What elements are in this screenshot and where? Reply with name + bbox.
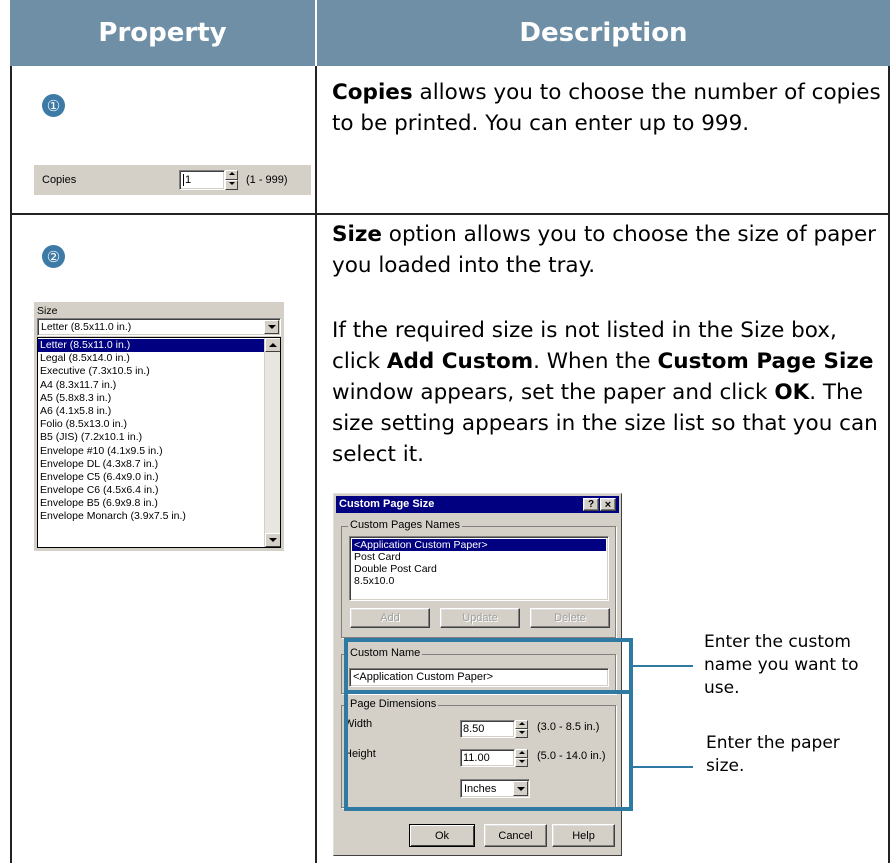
names-group-label: Custom Pages Names bbox=[348, 519, 463, 531]
size-dropdown[interactable]: Letter (8.5x11.0 in.) bbox=[37, 318, 281, 336]
size-option[interactable]: Legal (8.5x14.0 in.) bbox=[38, 352, 264, 365]
custom-page-name-item[interactable]: Double Post Card bbox=[352, 563, 606, 575]
spin-down-icon[interactable] bbox=[225, 180, 238, 190]
add-button-label: Add bbox=[380, 612, 400, 624]
names-list-items: <Application Custom Paper> Post Card Doubl… bbox=[352, 539, 606, 587]
desc2-bold-ok: OK bbox=[774, 380, 810, 405]
copies-spinner[interactable] bbox=[225, 170, 238, 190]
copies-input[interactable]: 1 bbox=[179, 170, 225, 190]
size-label: Size bbox=[37, 305, 58, 317]
ok-button-label: Ok bbox=[434, 829, 450, 842]
desc2-text-c: . When the bbox=[533, 349, 658, 374]
size-list-scrollbar[interactable] bbox=[264, 338, 280, 547]
custom-page-name-item[interactable]: Post Card bbox=[352, 551, 606, 563]
size-option[interactable]: Envelope B5 (6.9x9.8 in.) bbox=[38, 497, 264, 510]
delete-button-label: Delete bbox=[554, 612, 586, 624]
header-property: Property bbox=[10, 0, 315, 66]
number-badge-2: ② bbox=[42, 245, 65, 268]
names-list[interactable]: <Application Custom Paper> Post Card Doubl… bbox=[349, 536, 609, 601]
size-desc-text: option allows you to choose the size of … bbox=[332, 222, 877, 278]
add-button[interactable]: Add bbox=[350, 608, 430, 628]
callout-line-size bbox=[633, 766, 693, 768]
update-button-label: Update bbox=[462, 612, 498, 624]
callout-text-size: Enter the paper size. bbox=[706, 733, 840, 776]
row-divider bbox=[10, 213, 890, 215]
dialog-close-button[interactable]: × bbox=[600, 498, 616, 511]
scroll-up-icon[interactable] bbox=[265, 338, 280, 352]
close-icon: × bbox=[604, 498, 612, 511]
spin-up-icon[interactable] bbox=[225, 170, 238, 180]
help-button[interactable]: Help bbox=[552, 824, 615, 847]
size-list-items: Letter (8.5x11.0 in.) Legal (8.5x14.0 in.… bbox=[38, 339, 264, 524]
chevron-down-icon bbox=[267, 325, 276, 329]
copies-label: Copies bbox=[42, 174, 77, 186]
property-table: Property Description ① Copies 1 (1 - 999… bbox=[10, 0, 890, 863]
size-option[interactable]: Envelope C6 (4.5x6.4 in.) bbox=[38, 484, 264, 497]
cancel-button[interactable]: Cancel bbox=[484, 824, 547, 847]
custom-page-name-item[interactable]: <Application Custom Paper> bbox=[352, 539, 606, 551]
cancel-button-label: Cancel bbox=[498, 829, 533, 842]
table-left-border bbox=[10, 66, 12, 863]
ok-button[interactable]: Ok bbox=[409, 824, 475, 847]
dialog-titlebar[interactable]: Custom Page Size ? × bbox=[336, 496, 619, 513]
copies-desc-bold: Copies bbox=[332, 80, 413, 105]
copies-desc-text: allows you to choose the number of copie… bbox=[332, 80, 881, 136]
size-option[interactable]: A5 (5.8x8.3 in.) bbox=[38, 392, 264, 405]
dialog-help-button[interactable]: ? bbox=[583, 498, 599, 511]
delete-button[interactable]: Delete bbox=[530, 608, 610, 628]
size-description-1: Size option allows you to choose the siz… bbox=[332, 219, 884, 281]
size-desc-bold: Size bbox=[332, 222, 382, 247]
size-option[interactable]: Envelope #10 (4.1x9.5 in.) bbox=[38, 445, 264, 458]
size-control: Size Letter (8.5x11.0 in.) Letter (8.5x1… bbox=[34, 302, 284, 551]
copies-range: (1 - 999) bbox=[246, 174, 288, 186]
size-option[interactable]: B5 (JIS) (7.2x10.1 in.) bbox=[38, 431, 264, 444]
dialog-title: Custom Page Size bbox=[339, 498, 435, 510]
size-option[interactable]: Envelope Monarch (3.9x7.5 in.) bbox=[38, 510, 264, 523]
custom-pages-names-group: Custom Pages Names <Application Custom P… bbox=[341, 519, 616, 638]
size-option[interactable]: Folio (8.5x13.0 in.) bbox=[38, 418, 264, 431]
size-option[interactable]: Envelope C5 (6.4x9.0 in.) bbox=[38, 471, 264, 484]
copies-description: Copies allows you to choose the number o… bbox=[332, 77, 884, 139]
callout-line-name bbox=[633, 665, 693, 667]
number-badge-1: ① bbox=[42, 94, 65, 117]
copies-value: 1 bbox=[183, 174, 192, 186]
size-option[interactable]: A4 (8.3x11.7 in.) bbox=[38, 379, 264, 392]
size-selected-value: Letter (8.5x11.0 in.) bbox=[41, 321, 132, 333]
custom-page-name-item[interactable]: 8.5x10.0 bbox=[352, 575, 606, 587]
desc2-text-e: window appears, set the paper and click bbox=[332, 380, 775, 405]
size-option[interactable]: Letter (8.5x11.0 in.) bbox=[38, 339, 264, 353]
help-icon: ? bbox=[587, 499, 595, 510]
copies-control: Copies 1 (1 - 999) bbox=[34, 165, 311, 195]
size-description-2: If the required size is not listed in th… bbox=[332, 315, 884, 470]
desc2-bold-custom-page-size: Custom Page Size bbox=[657, 349, 874, 374]
size-option[interactable]: Executive (7.3x10.5 in.) bbox=[38, 365, 264, 378]
callout-highlight-custom-name bbox=[344, 638, 633, 694]
help-button-label: Help bbox=[572, 829, 595, 842]
size-list[interactable]: Letter (8.5x11.0 in.) Legal (8.5x14.0 in.… bbox=[37, 337, 281, 548]
size-option[interactable]: Envelope DL (4.3x8.7 in.) bbox=[38, 458, 264, 471]
update-button[interactable]: Update bbox=[440, 608, 520, 628]
header-description: Description bbox=[317, 0, 890, 66]
desc2-bold-add-custom: Add Custom bbox=[386, 349, 534, 374]
size-option[interactable]: A6 (4.1x5.8 in.) bbox=[38, 405, 264, 418]
callout-highlight-page-dimensions bbox=[344, 690, 633, 811]
table-divider bbox=[315, 66, 317, 863]
scroll-down-icon[interactable] bbox=[265, 533, 280, 547]
callout-text-name: Enter the custom name you want to use. bbox=[704, 632, 859, 698]
size-dropdown-button[interactable] bbox=[264, 320, 279, 334]
